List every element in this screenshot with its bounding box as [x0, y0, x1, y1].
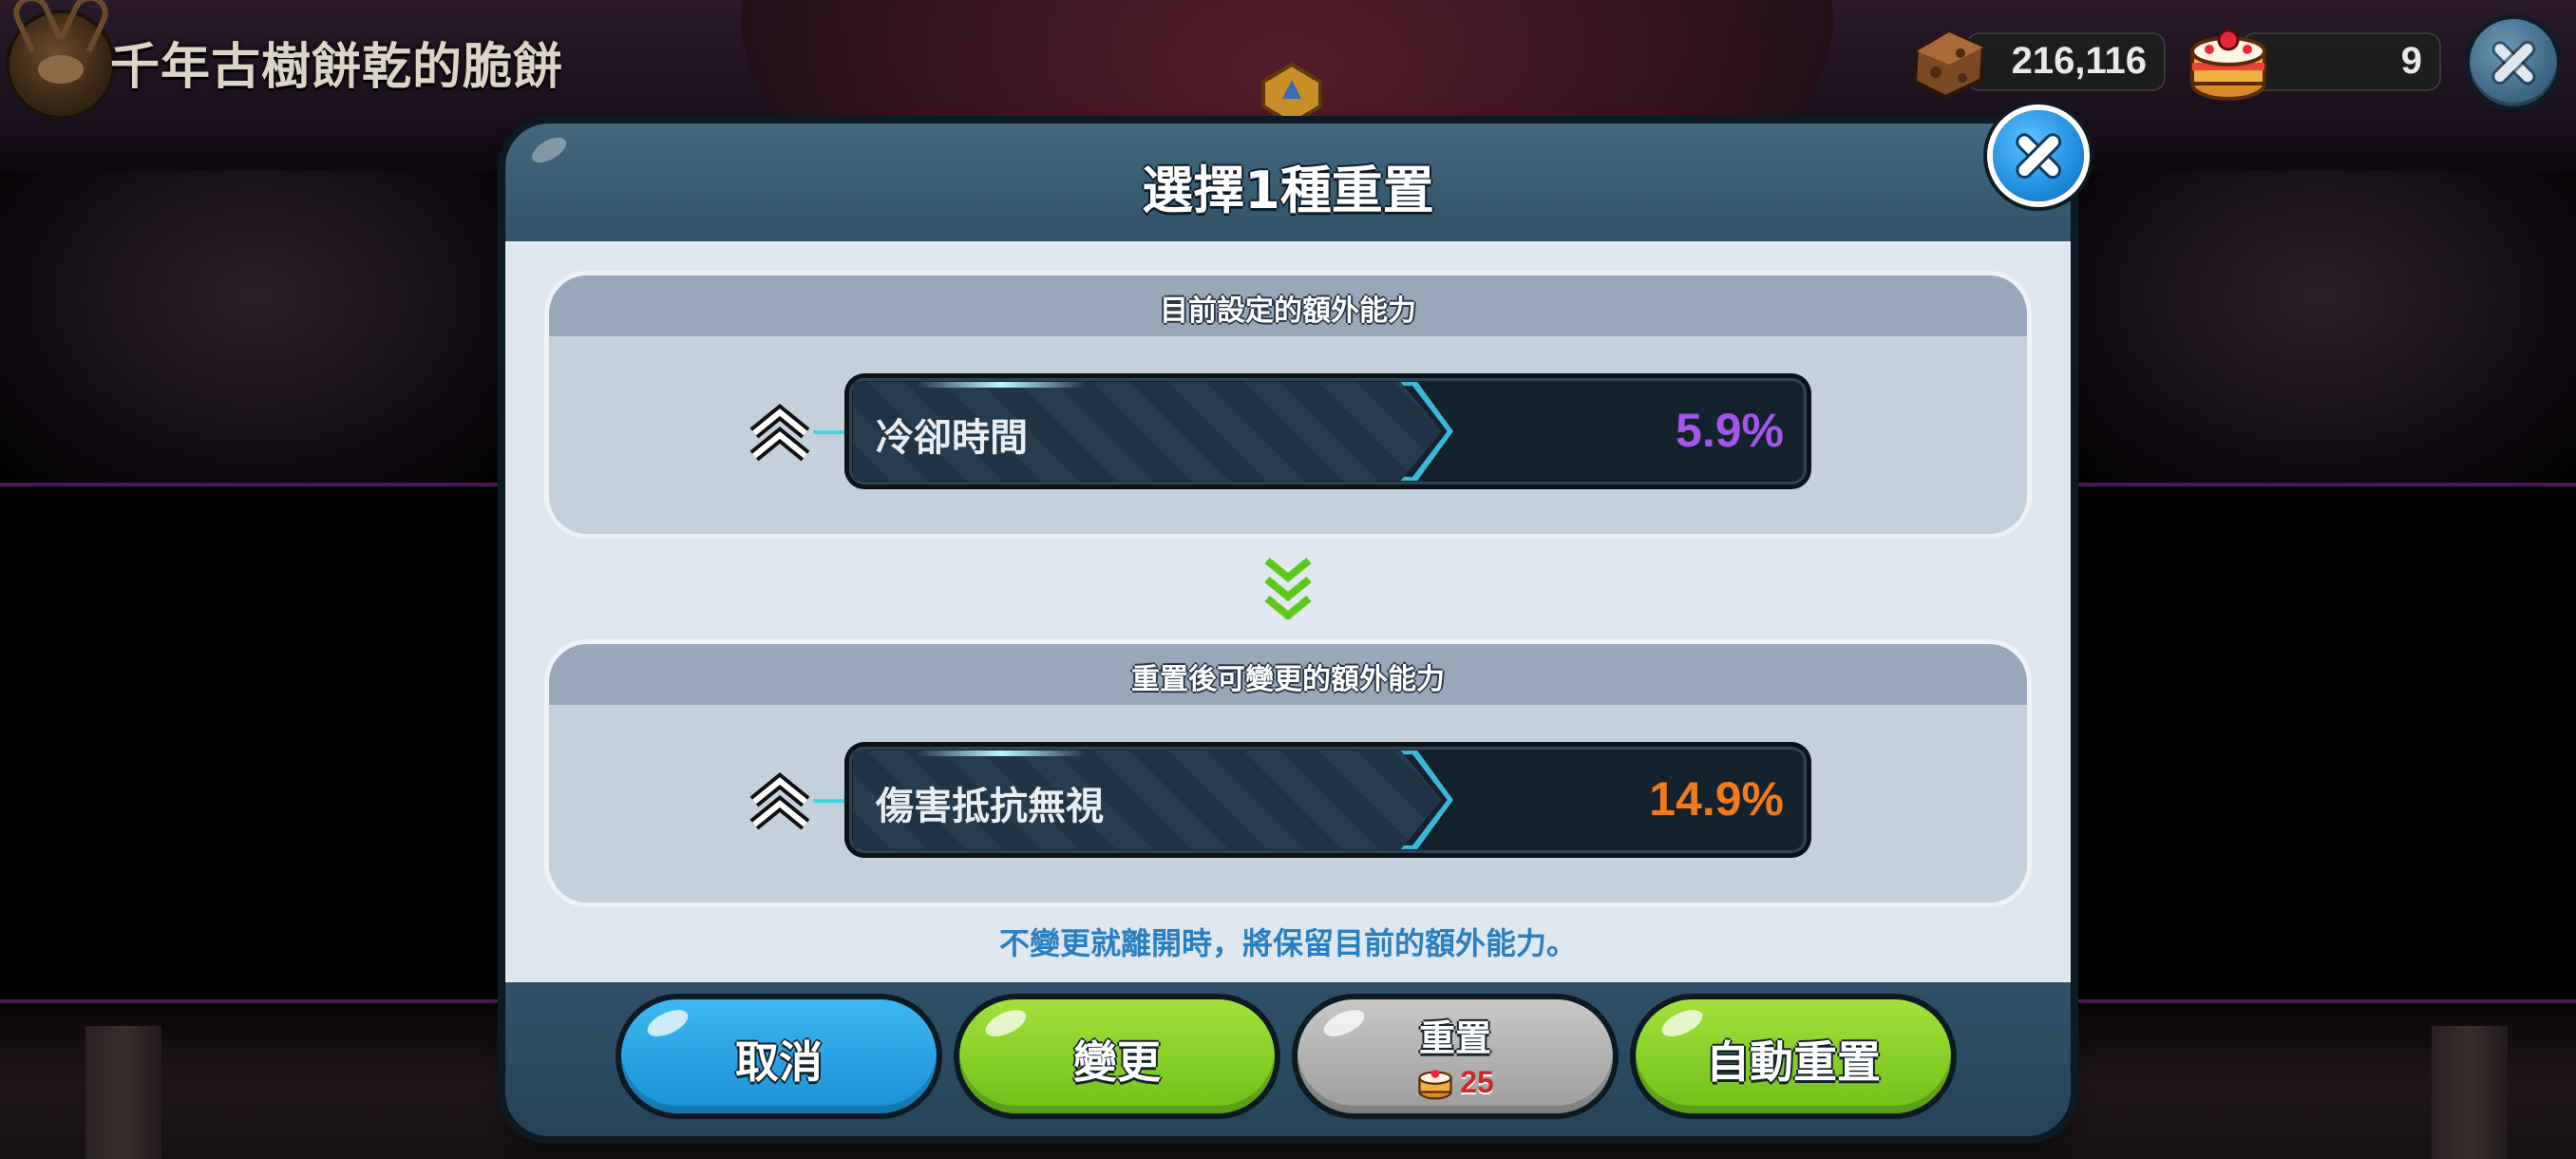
double-chevron-up-icon [749, 403, 810, 462]
cancel-button[interactable]: 取消 [621, 999, 937, 1113]
auto-reset-button-label: 自動重置 [1706, 1036, 1881, 1088]
panel-header: 目前設定的額外能力 [549, 276, 2027, 336]
reset-dialog: 選擇1種重置 目前設定的額外能力 冷卻時間 5.9% 重置後可變更的額外能力 傷… [505, 124, 2071, 1136]
panel-header: 重置後可變更的額外能力 [549, 644, 2027, 705]
close-icon [2013, 130, 2064, 181]
current-stat-value: 5.9% [1676, 404, 1784, 457]
coin-icon [1912, 29, 1986, 100]
current-ability-header: 目前設定的額外能力 [1160, 294, 1416, 328]
reset-cost: 25 [1297, 1063, 1613, 1101]
connector-line [813, 793, 859, 808]
change-button[interactable]: 變更 [959, 999, 1275, 1113]
background-right-wall [2063, 171, 2576, 484]
cake-count: 9 [2400, 40, 2422, 82]
cookie-avatar [7, 0, 115, 116]
cake-icon [1418, 1069, 1452, 1100]
cake-icon [2190, 28, 2266, 101]
emblem-icon [1261, 62, 1322, 126]
reset-ability-header: 重置後可變更的額外能力 [1131, 663, 1445, 696]
exit-button[interactable] [2470, 19, 2557, 106]
background-line [2071, 483, 2576, 486]
close-icon [2489, 38, 2538, 87]
background-line [2071, 999, 2576, 1003]
background-left-wall [0, 171, 513, 484]
current-ability-panel: 目前設定的額外能力 冷卻時間 5.9% [549, 276, 2027, 534]
coin-count: 216,116 [2011, 40, 2147, 82]
triple-chevron-down-icon [1264, 557, 1312, 619]
double-chevron-up-icon [749, 771, 810, 830]
dialog-title: 選擇1種重置 [1142, 161, 1434, 220]
current-stat-bar: 冷卻時間 5.9% [849, 378, 1807, 484]
reset-stat-bar: 傷害抵抗無視 14.9% [849, 747, 1807, 853]
cookie-name: 千年古樹餅乾的脆餅 [110, 39, 564, 96]
coin-counter: 216,116 [1966, 32, 2166, 91]
reset-cost-value: 25 [1460, 1064, 1494, 1099]
background-pillar [2432, 1026, 2508, 1159]
reset-ability-panel: 重置後可變更的額外能力 傷害抵抗無視 14.9% [549, 644, 2027, 902]
auto-reset-button[interactable]: 自動重置 [1636, 999, 1951, 1113]
reset-stat-value: 14.9% [1649, 772, 1784, 826]
dialog-close-button[interactable] [1993, 110, 2084, 201]
connector-line [813, 425, 859, 440]
reset-button[interactable]: 重置 25 [1297, 999, 1613, 1113]
background-pillar [85, 1026, 161, 1159]
change-button-label: 變更 [1073, 1036, 1161, 1088]
background-line [0, 483, 513, 486]
dialog-header: 選擇1種重置 [505, 124, 2071, 241]
reset-stat-name: 傷害抵抗無視 [876, 785, 1104, 828]
background-line [0, 999, 513, 1003]
keep-ability-note: 不變更就離開時，將保留目前的額外能力。 [998, 925, 1577, 961]
current-stat-name: 冷卻時間 [876, 416, 1028, 460]
cancel-button-label: 取消 [735, 1036, 823, 1088]
